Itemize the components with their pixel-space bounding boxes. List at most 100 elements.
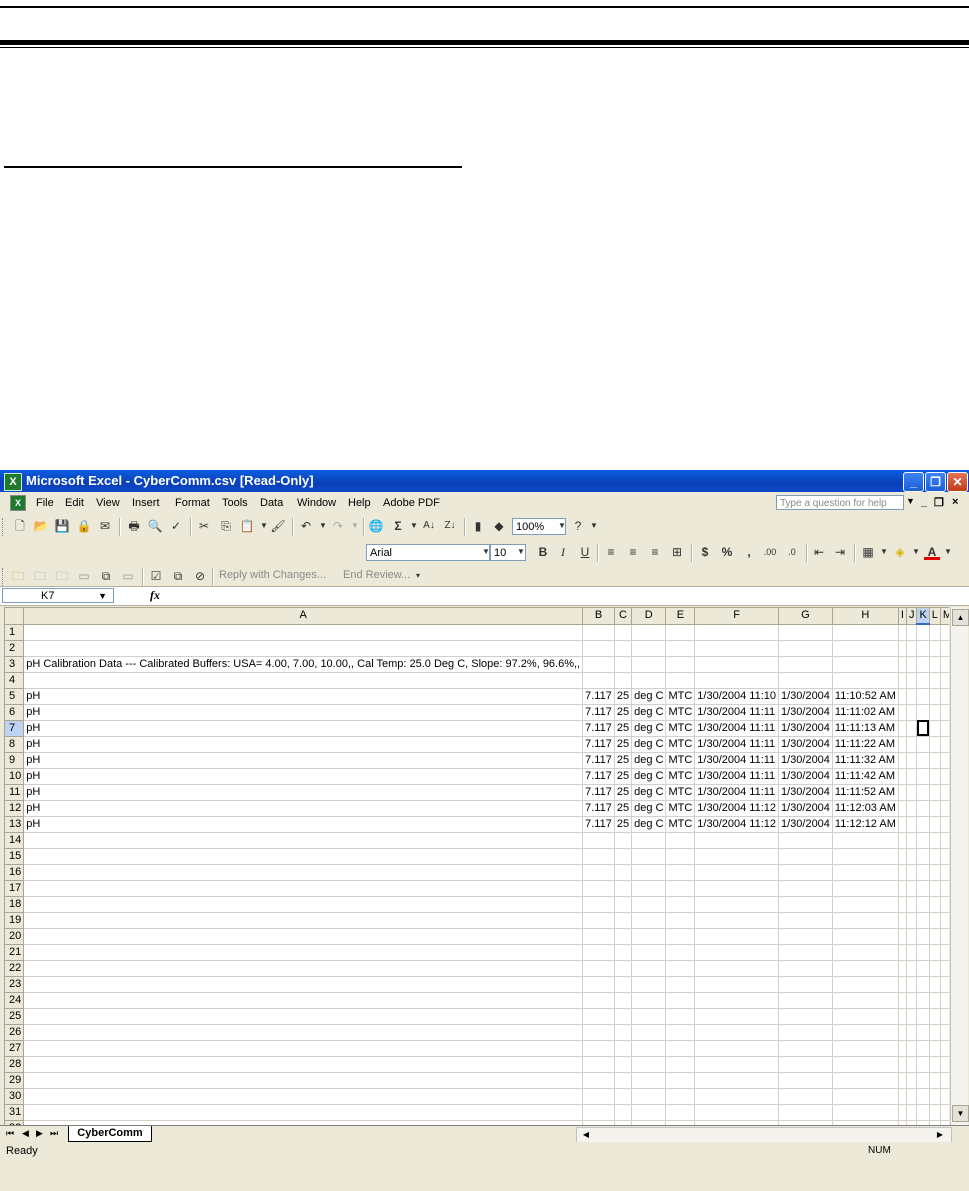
sort-descending-icon[interactable]: Z↓: [442, 518, 458, 534]
show-all-comments-icon[interactable]: ⧉: [98, 568, 114, 584]
cell-e7[interactable]: MTC: [665, 719, 696, 737]
cell-c28[interactable]: [613, 1055, 633, 1073]
cell-h11[interactable]: 11:11:52 AM: [831, 783, 899, 801]
cell-g5[interactable]: 1/30/2004: [777, 687, 833, 705]
cell-l25[interactable]: [928, 1007, 941, 1025]
cell-g2[interactable]: [777, 639, 833, 657]
cell-g17[interactable]: [777, 879, 833, 897]
cell-i19[interactable]: [897, 911, 907, 929]
cell-i24[interactable]: [897, 991, 907, 1009]
column-header-g[interactable]: G: [777, 607, 833, 625]
cell-h22[interactable]: [831, 959, 899, 977]
cell-j14[interactable]: [905, 831, 918, 849]
row-header[interactable]: 3: [4, 655, 25, 673]
cell-i21[interactable]: [897, 943, 907, 961]
cell-h19[interactable]: [831, 911, 899, 929]
cell-j29[interactable]: [905, 1071, 918, 1089]
cell-e1[interactable]: [665, 623, 696, 641]
cell-g3[interactable]: [777, 655, 833, 673]
cell-c20[interactable]: [613, 927, 633, 945]
cell-j21[interactable]: [905, 943, 918, 961]
cell-a25[interactable]: [23, 1007, 584, 1025]
cell-a3[interactable]: pH Calibration Data --- Calibrated Buffe…: [23, 655, 584, 673]
cell-l11[interactable]: [928, 783, 941, 801]
cell-b6[interactable]: 7.117: [582, 703, 615, 721]
scroll-right-icon[interactable]: ▶: [933, 1128, 947, 1142]
cell-m24[interactable]: [939, 991, 949, 1009]
cell-g22[interactable]: [777, 959, 833, 977]
row-header[interactable]: 12: [4, 799, 25, 817]
cell-g9[interactable]: 1/30/2004: [777, 751, 833, 769]
cell-f27[interactable]: [694, 1039, 779, 1057]
cell-k27[interactable]: [916, 1039, 930, 1057]
cell-b29[interactable]: [582, 1071, 615, 1089]
close-button[interactable]: ✕: [947, 472, 968, 492]
cell-a18[interactable]: [23, 895, 584, 913]
font-size-dropdown-icon[interactable]: ▼: [513, 544, 529, 560]
cell-b18[interactable]: [582, 895, 615, 913]
cell-k11[interactable]: [916, 783, 930, 801]
menu-tools[interactable]: Tools: [222, 496, 248, 510]
cell-l9[interactable]: [928, 751, 941, 769]
cell-d7[interactable]: deg C: [631, 719, 667, 737]
cell-d9[interactable]: deg C: [631, 751, 667, 769]
cell-d21[interactable]: [631, 943, 667, 961]
cell-m25[interactable]: [939, 1007, 949, 1025]
cell-i18[interactable]: [897, 895, 907, 913]
cell-m30[interactable]: [939, 1087, 949, 1105]
autosum-dropdown-icon[interactable]: ▼: [406, 518, 422, 534]
row-header[interactable]: 19: [4, 911, 25, 929]
cell-a17[interactable]: [23, 879, 584, 897]
row-header[interactable]: 5: [4, 687, 25, 705]
cell-a23[interactable]: [23, 975, 584, 993]
cell-h17[interactable]: [831, 879, 899, 897]
cell-e6[interactable]: MTC: [665, 703, 696, 721]
toolbar-options-icon[interactable]: ▾: [410, 568, 426, 584]
cell-e16[interactable]: [665, 863, 696, 881]
cell-j17[interactable]: [905, 879, 918, 897]
worksheet-grid[interactable]: ABCDEFGHIJKLMN 123pH Calibration Data --…: [4, 607, 949, 1125]
cell-b4[interactable]: [582, 671, 615, 689]
cell-k29[interactable]: [916, 1071, 930, 1089]
column-header-m[interactable]: M: [939, 607, 949, 625]
cell-f4[interactable]: [694, 671, 779, 689]
cell-m16[interactable]: [939, 863, 949, 881]
cell-i2[interactable]: [897, 639, 907, 657]
fill-color-dropdown-icon[interactable]: ▼: [908, 544, 924, 560]
cell-i23[interactable]: [897, 975, 907, 993]
cell-k2[interactable]: [916, 639, 930, 657]
row-header[interactable]: 25: [4, 1007, 25, 1025]
cell-f17[interactable]: [694, 879, 779, 897]
redo-icon[interactable]: ↷: [330, 518, 346, 534]
cell-a13[interactable]: pH: [23, 815, 584, 833]
end-review-button[interactable]: End Review...: [343, 569, 410, 581]
cell-f28[interactable]: [694, 1055, 779, 1073]
spelling-icon[interactable]: ✓: [168, 518, 184, 534]
cell-f15[interactable]: [694, 847, 779, 865]
cell-j27[interactable]: [905, 1039, 918, 1057]
cell-b11[interactable]: 7.117: [582, 783, 615, 801]
cell-h24[interactable]: [831, 991, 899, 1009]
fill-color-icon[interactable]: ◈: [892, 544, 908, 560]
font-color-icon[interactable]: A: [924, 544, 940, 560]
merge-center-icon[interactable]: ⊞: [669, 544, 685, 560]
cell-d22[interactable]: [631, 959, 667, 977]
cell-i27[interactable]: [897, 1039, 907, 1057]
cell-g24[interactable]: [777, 991, 833, 1009]
row-header[interactable]: 18: [4, 895, 25, 913]
cell-k25[interactable]: [916, 1007, 930, 1025]
cell-f7[interactable]: 1/30/2004 11:11: [694, 719, 779, 737]
first-sheet-icon[interactable]: ⏮: [6, 1128, 14, 1139]
cell-b8[interactable]: 7.117: [582, 735, 615, 753]
cell-l24[interactable]: [928, 991, 941, 1009]
cell-k4[interactable]: [916, 671, 930, 689]
cell-e18[interactable]: [665, 895, 696, 913]
cell-b14[interactable]: [582, 831, 615, 849]
cell-g10[interactable]: 1/30/2004: [777, 767, 833, 785]
cell-j1[interactable]: [905, 623, 918, 641]
cell-b27[interactable]: [582, 1039, 615, 1057]
row-header[interactable]: 15: [4, 847, 25, 865]
cell-j6[interactable]: [905, 703, 918, 721]
cell-b30[interactable]: [582, 1087, 615, 1105]
cell-m12[interactable]: [939, 799, 949, 817]
